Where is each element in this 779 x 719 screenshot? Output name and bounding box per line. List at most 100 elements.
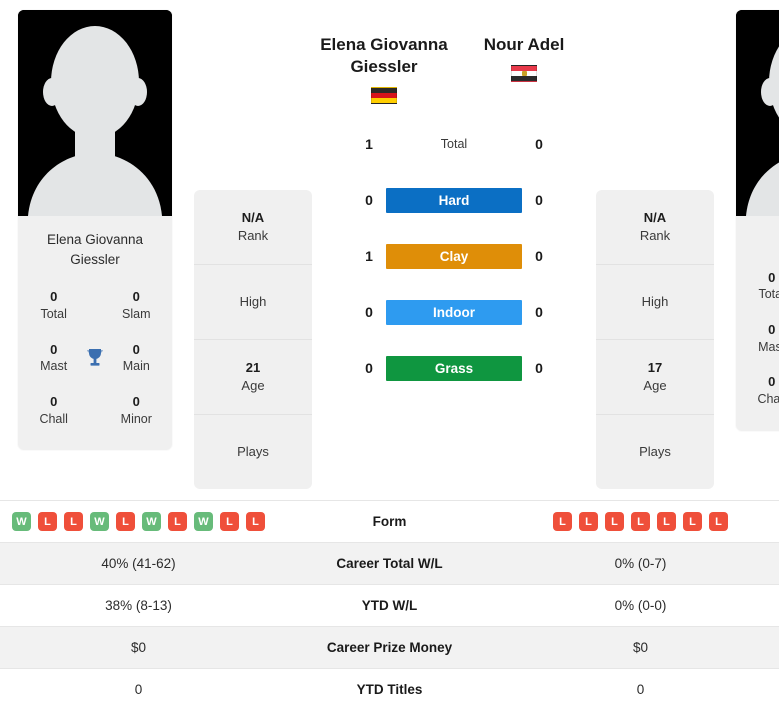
title-value: 0 — [768, 269, 776, 285]
h2h-label-grass[interactable]: Grass — [386, 355, 522, 381]
form-badge-l: L — [579, 512, 598, 531]
value-right: 0 — [636, 682, 645, 697]
value-left: 0 — [134, 682, 143, 697]
info-age-left: 21 Age — [194, 340, 312, 415]
info-high-right: High — [596, 265, 714, 340]
form-badge-l: L — [631, 512, 650, 531]
player-card-right[interactable]: Nour Adel 0 Total 0 Slam 0 M — [736, 10, 779, 431]
info-label: Age — [643, 378, 667, 393]
player-card-left[interactable]: Elena Giovanna Giessler 0 Total 0 Slam 0 — [18, 10, 172, 451]
row-label-form: Form — [372, 514, 407, 529]
titles-grid-left: 0 Total 0 Slam 0 Mast 0 Main 0 Chall 0 M… — [18, 279, 172, 450]
player-comparison-page: Elena Giovanna Giessler 0 Total 0 Slam 0 — [0, 0, 779, 719]
value-right: $0 — [632, 640, 649, 655]
h2h-label-clay[interactable]: Clay — [386, 243, 522, 269]
h2h-score-left: 1 — [365, 136, 373, 152]
h2h-score-right: 0 — [535, 136, 543, 152]
table-row-form: WLLWLWLWLL Form LLLLLLL — [0, 500, 779, 542]
form-strip-left: WLLWLWLWLL — [0, 506, 277, 537]
title-label: Chall — [757, 391, 779, 406]
value-right: 0% (0-0) — [614, 598, 667, 613]
title-mast-right: 0 Mast — [746, 321, 779, 355]
table-row-career-prize-money: $0 Career Prize Money $0 — [0, 626, 779, 668]
info-rank-right: N/A Rank — [596, 190, 714, 265]
h2h-label-indoor[interactable]: Indoor — [386, 299, 522, 325]
title-value: 0 — [50, 393, 58, 409]
value-left: 38% (8-13) — [105, 598, 172, 613]
title-label: Chall — [39, 411, 68, 426]
trophy-icon — [79, 346, 110, 370]
info-label: Rank — [639, 228, 671, 243]
comparison-header: Elena Giovanna Giessler 0 Total 0 Slam 0 — [0, 0, 779, 500]
title-mast-left: 0 Mast — [28, 341, 79, 375]
stats-comparison-table: WLLWLWLWLL Form LLLLLLL 40% (41-62) Care… — [0, 500, 779, 710]
h2h-label-hard[interactable]: Hard — [386, 187, 522, 213]
info-value: 17 — [647, 359, 663, 375]
info-card-right: N/A Rank High 17 Age Plays — [596, 190, 714, 489]
h2h-score-left: 0 — [365, 192, 373, 208]
surface-bars: 1 Total 0 0 Hard 0 1 Clay 0 0 Indoor 0 0… — [358, 116, 550, 396]
info-plays-left: Plays — [194, 415, 312, 489]
info-value: N/A — [643, 209, 667, 225]
row-label-career-total-wl: Career Total W/L — [336, 556, 443, 571]
form-badge-l: L — [38, 512, 57, 531]
title-slam-left: 0 Slam — [111, 288, 162, 322]
info-label: Age — [241, 378, 265, 393]
h2h-row-grass: 0 Grass 0 — [358, 340, 550, 396]
h2h-row-hard: 0 Hard 0 — [358, 172, 550, 228]
title-value: 0 — [768, 321, 776, 337]
title-value: 0 — [50, 289, 58, 305]
title-label: Minor — [120, 411, 152, 426]
h2h-score-left: 1 — [365, 248, 373, 264]
info-high-left: High — [194, 265, 312, 340]
h2h-score-left: 0 — [365, 360, 373, 376]
info-label: Plays — [639, 443, 671, 459]
titles-row: 0 Chall 0 Minor — [24, 384, 166, 436]
player-name-right: Nour Adel — [736, 216, 779, 260]
table-row-ytd-titles: 0 YTD Titles 0 — [0, 668, 779, 710]
info-value: N/A — [241, 209, 265, 225]
value-left: 40% (41-62) — [101, 556, 176, 571]
h2h-name-right-wrap: Nour Adel — [454, 34, 594, 83]
title-label: Slam — [122, 306, 151, 321]
row-label-career-prize-money: Career Prize Money — [326, 640, 453, 655]
info-label: Rank — [237, 228, 269, 243]
table-row-ytd-wl: 38% (8-13) YTD W/L 0% (0-0) — [0, 584, 779, 626]
form-badge-l: L — [64, 512, 83, 531]
titles-grid-right: 0 Total 0 Slam 0 Mast — [736, 260, 779, 431]
form-badge-l: L — [553, 512, 572, 531]
title-label: Mast — [40, 359, 68, 374]
form-strip-right: LLLLLLL — [502, 506, 779, 537]
h2h-score-right: 0 — [535, 360, 543, 376]
h2h-row-indoor: 0 Indoor 0 — [358, 284, 550, 340]
form-badge-l: L — [220, 512, 239, 531]
h2h-name-right: Nour Adel — [483, 35, 565, 54]
germany-flag-icon — [371, 87, 397, 105]
title-total-right: 0 Total — [746, 269, 779, 303]
info-rank-left: N/A Rank — [194, 190, 312, 265]
title-value: 0 — [132, 289, 140, 305]
titles-row: 0 Total 0 Slam — [24, 279, 166, 331]
title-chall-right: 0 Chall — [746, 373, 779, 407]
info-plays-right: Plays — [596, 415, 714, 489]
form-badge-l: L — [683, 512, 702, 531]
h2h-score-right: 0 — [535, 192, 543, 208]
title-value: 0 — [768, 374, 776, 390]
h2h-row-total: 1 Total 0 — [358, 116, 550, 172]
row-label-ytd-wl: YTD W/L — [361, 598, 418, 613]
form-badge-l: L — [116, 512, 135, 531]
title-main-left: 0 Main — [111, 341, 162, 375]
player-photo-left — [18, 10, 172, 216]
form-badge-l: L — [605, 512, 624, 531]
row-label-ytd-titles: YTD Titles — [356, 682, 423, 697]
titles-row: 0 Total 0 Slam — [742, 260, 779, 312]
titles-row: 0 Chall 0 Minor — [742, 364, 779, 416]
title-minor-left: 0 Minor — [111, 393, 162, 427]
table-row-career-total-wl: 40% (41-62) Career Total W/L 0% (0-7) — [0, 542, 779, 584]
h2h-name-left: Elena Giovanna Giessler — [320, 35, 448, 77]
title-label: Main — [122, 359, 150, 374]
titles-row: 0 Mast 0 Main — [24, 332, 166, 384]
form-badge-l: L — [709, 512, 728, 531]
value-left: $0 — [130, 640, 147, 655]
head-to-head-column: Elena Giovanna Giessler Nour Adel 1 Tota… — [312, 10, 596, 396]
